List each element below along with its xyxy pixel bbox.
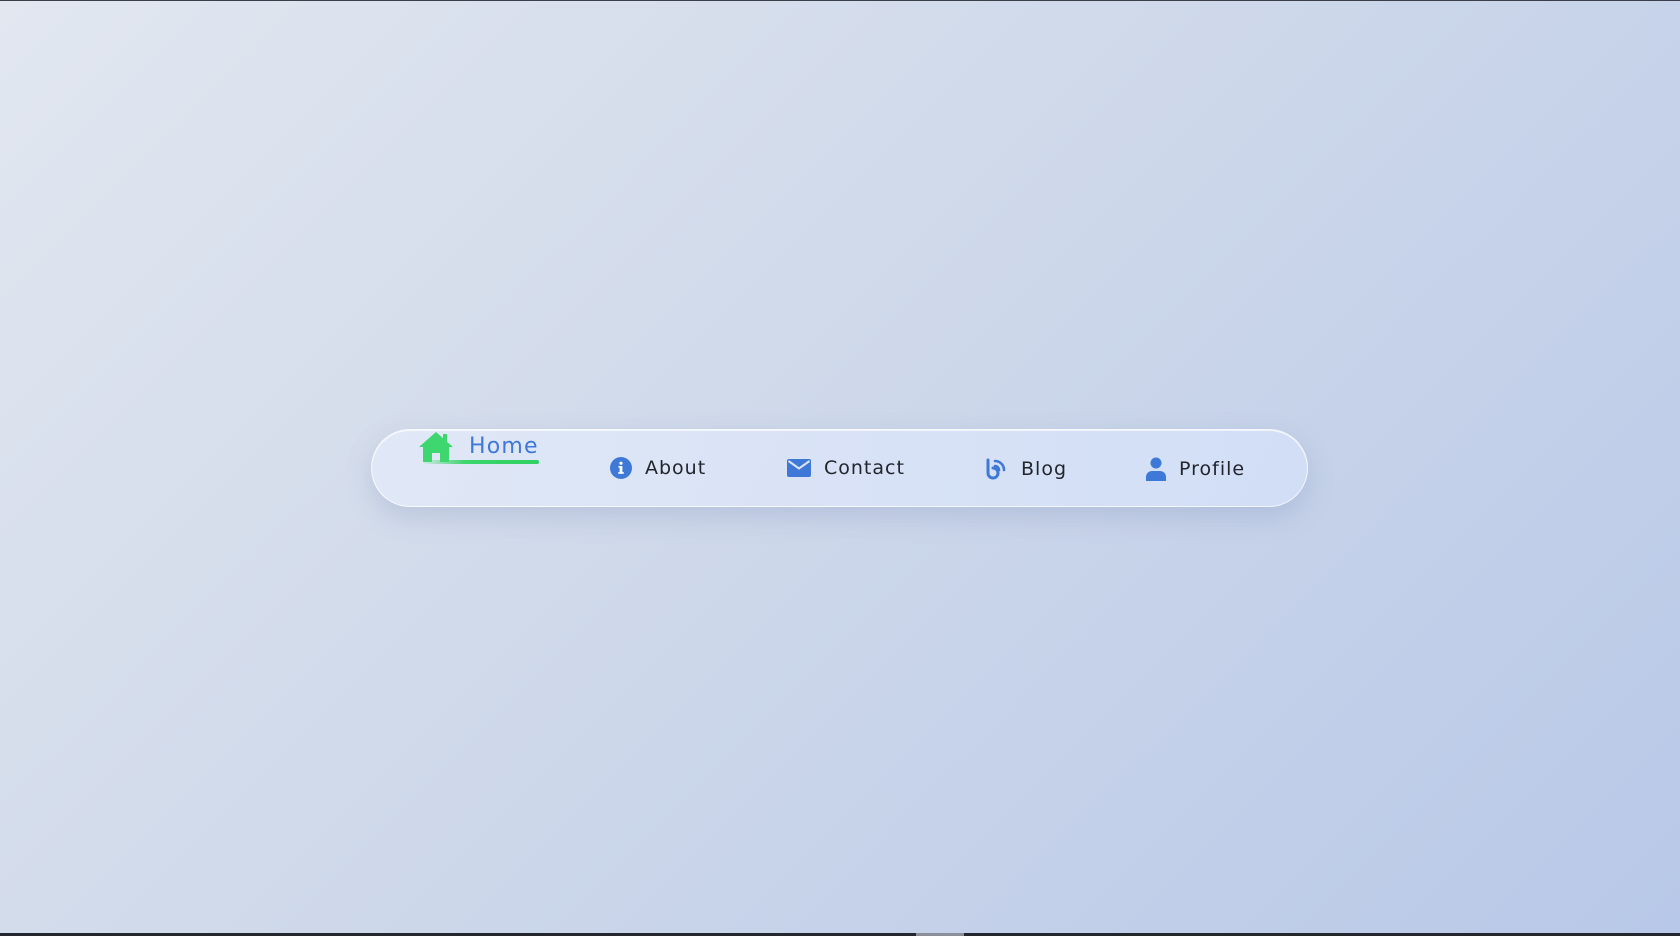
active-indicator xyxy=(424,460,539,464)
nav-item-contact[interactable]: Contact xyxy=(787,457,905,479)
blog-icon xyxy=(984,457,1008,481)
user-icon xyxy=(1146,457,1166,481)
top-edge-line xyxy=(0,0,1680,1)
nav-item-profile[interactable]: Profile xyxy=(1146,457,1245,481)
nav-label-contact: Contact xyxy=(824,457,905,479)
nav-label-blog: Blog xyxy=(1021,458,1067,480)
envelope-icon xyxy=(787,459,811,477)
nav-label-about: About xyxy=(645,457,707,479)
nav-label-home: Home xyxy=(469,433,539,459)
nav-item-about[interactable]: About xyxy=(610,457,706,479)
info-icon xyxy=(610,457,632,479)
nav-label-profile: Profile xyxy=(1179,458,1246,480)
nav-item-blog[interactable]: Blog xyxy=(984,457,1067,481)
navigation-bar: Home About Contact Blog Profile xyxy=(371,429,1308,507)
